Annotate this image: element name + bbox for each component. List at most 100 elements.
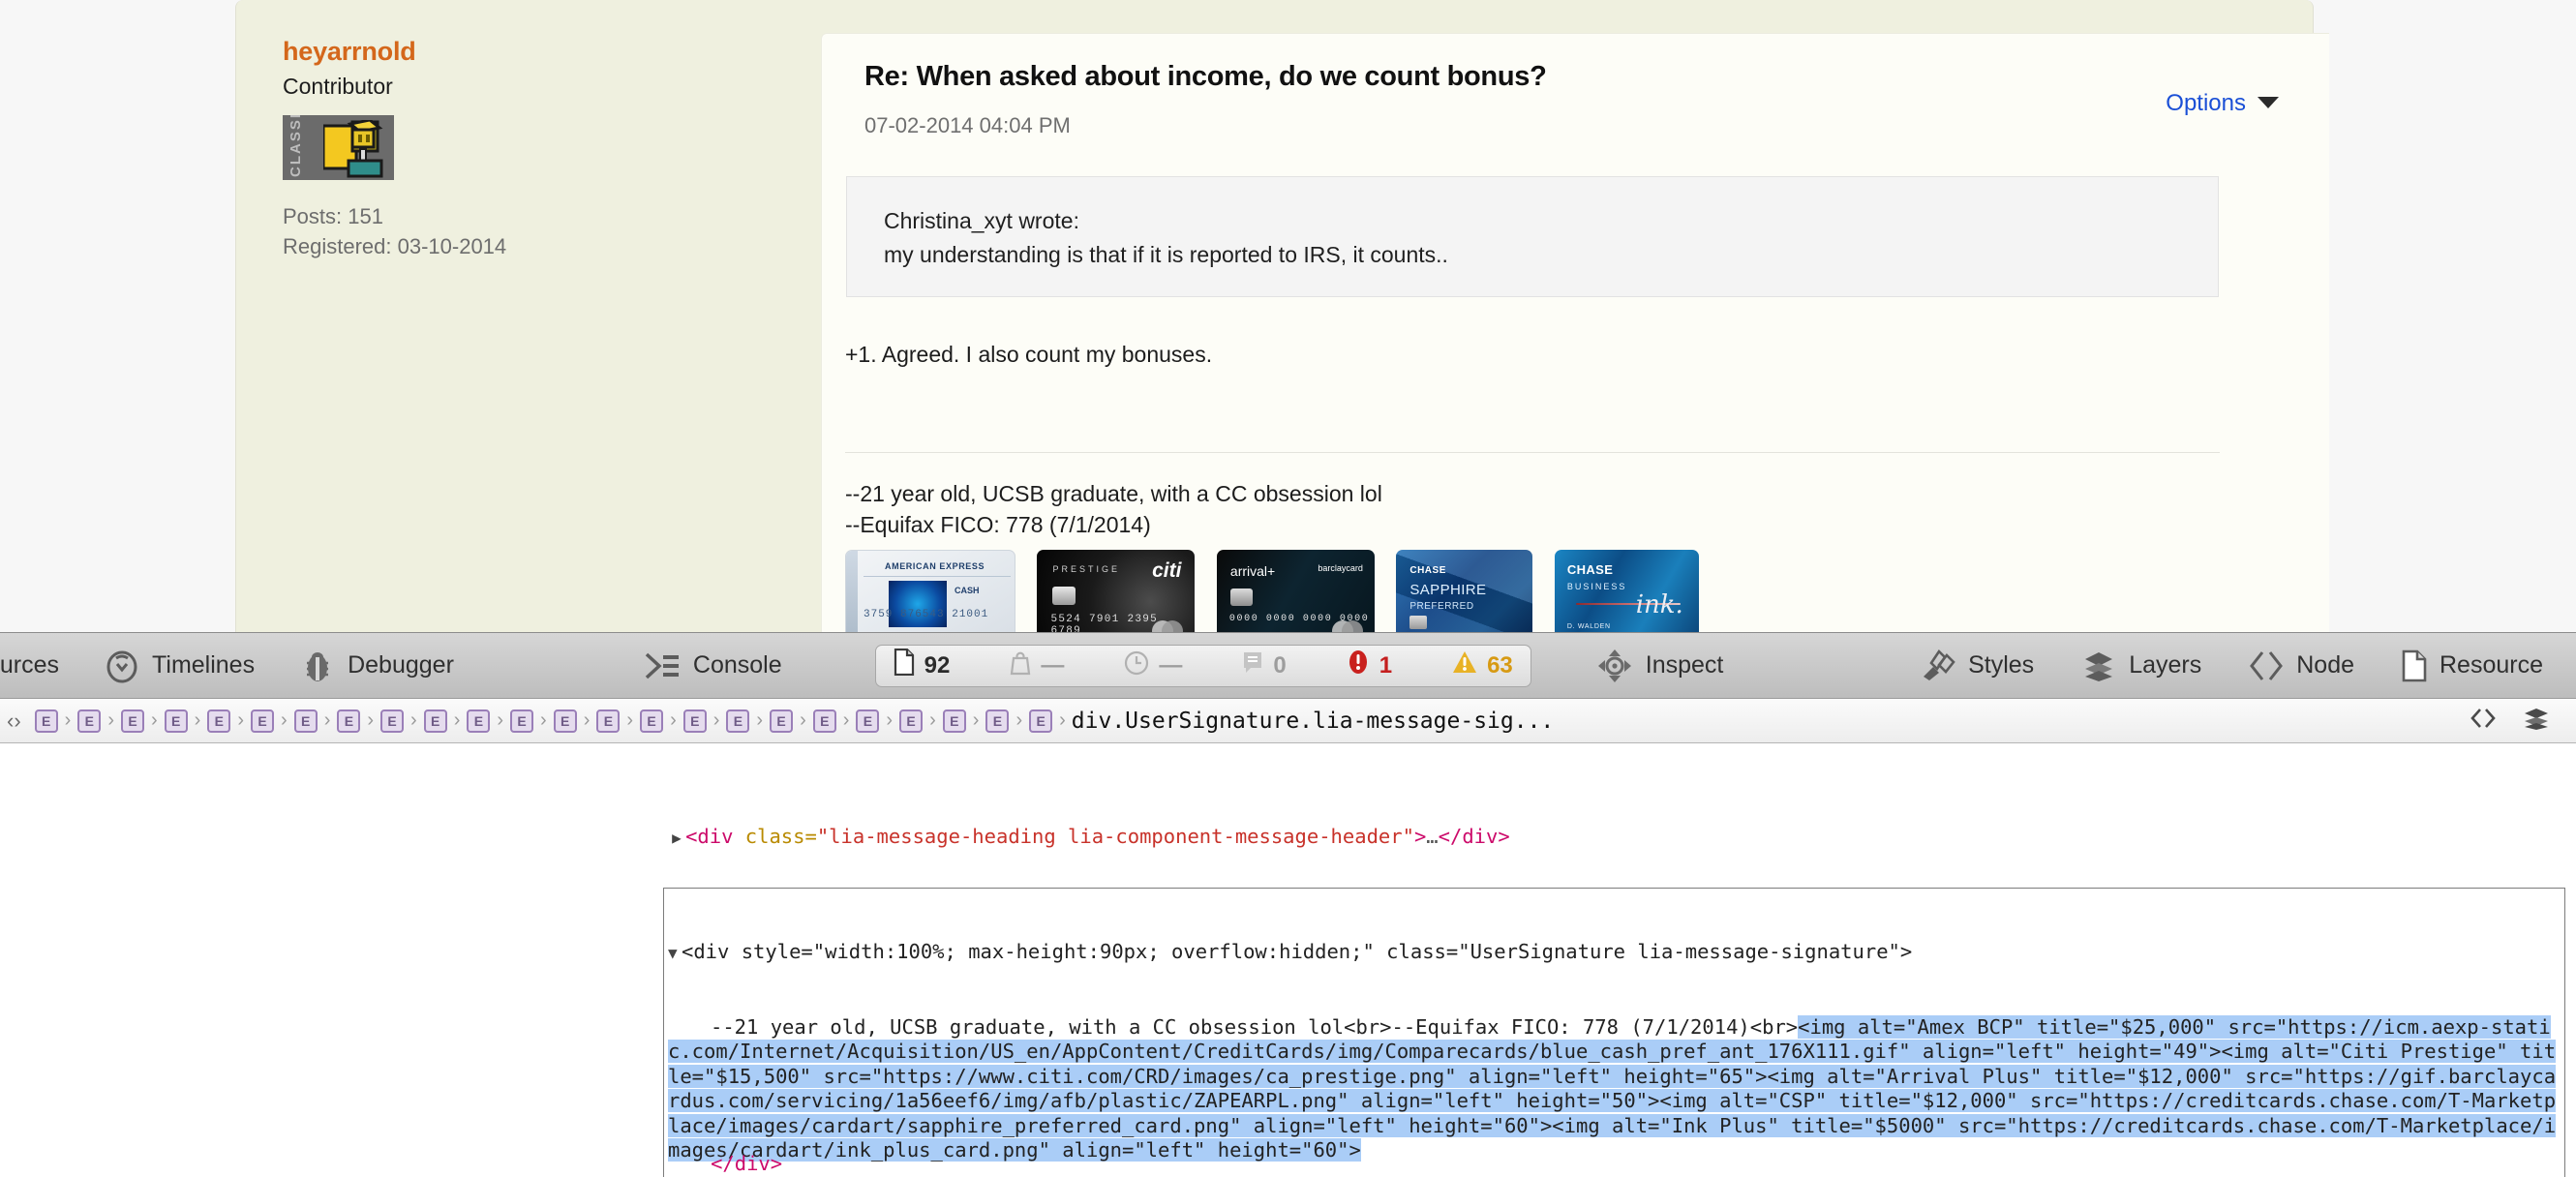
breadcrumb-item[interactable]: E (417, 709, 454, 733)
breadcrumb-item[interactable]: E (633, 709, 670, 733)
card-image-arrival-plus[interactable]: arrival+ barclaycard 0000 0000 0000 0000… (1216, 550, 1375, 634)
tab-console[interactable]: Console (643, 649, 782, 682)
paintbrush-icon (1918, 648, 1956, 684)
warning-count-stat[interactable]: 63 (1452, 649, 1513, 682)
resource-size-stat[interactable]: — (1010, 649, 1064, 682)
breadcrumb-item[interactable]: E (763, 709, 800, 733)
emv-chip-icon (1409, 616, 1428, 630)
breadcrumb-item[interactable]: E (158, 709, 195, 733)
ink-card-name-line1: D. WALDEN (1566, 622, 1611, 630)
element-badge-icon: E (856, 709, 880, 733)
breadcrumb-separator-icon: › (1059, 709, 1066, 731)
breadcrumb-item[interactable]: E (330, 709, 367, 733)
card-image-sapphire-preferred[interactable]: CHASE SAPPHIRE PREFERRED D. WALDEN (1396, 550, 1533, 634)
card-image-citi-prestige[interactable]: PRESTIGE citi 5524 7901 2395 6789 L WALK… (1037, 550, 1196, 634)
dom-selected-open-tag: <div style="width:100%; max-height:90px;… (682, 940, 1913, 963)
breadcrumb-separator-icon: › (281, 709, 288, 731)
amex-cash-label: CASH (955, 586, 980, 596)
tab-node[interactable]: Node (2248, 649, 2354, 683)
emv-chip-icon (1052, 587, 1076, 606)
breadcrumb-item[interactable]: E (1022, 709, 1059, 733)
breadcrumb-item[interactable]: E (28, 709, 65, 733)
dom-ellipsis: … (1426, 824, 1439, 848)
signature-divider (845, 452, 2220, 453)
breadcrumb-separator-icon: › (670, 709, 677, 731)
breadcrumb-item[interactable]: E (677, 709, 713, 733)
breadcrumb-item[interactable]: E (936, 709, 973, 733)
document-icon (894, 648, 915, 682)
tab-timelines[interactable]: Timelines (104, 648, 255, 684)
breadcrumb-separator-icon: › (972, 709, 980, 731)
load-time-stat[interactable]: — (1124, 649, 1182, 682)
author-stats: Posts: 151 Registered: 03-10-2014 (283, 201, 587, 261)
breadcrumb-separator-icon: › (626, 709, 634, 731)
clock-icon (1124, 649, 1149, 682)
web-inspector: ources Timelines Debugger Console (0, 632, 2576, 1177)
breadcrumb-item[interactable]: E (460, 709, 497, 733)
dom-tree-panel[interactable]: ▶ <div class="lia-message-heading lia-com… (0, 744, 2576, 1177)
dom-breadcrumb-bar[interactable]: ‹› E › E › E › E › E › E › E › E › E › E › E › E › E › E › E › E › E › E › E… (0, 699, 2576, 743)
breadcrumb-item[interactable]: E (719, 709, 756, 733)
breadcrumb-item[interactable]: E (244, 709, 281, 733)
element-badge-icon: E (207, 709, 231, 733)
dom-tag: <div (685, 824, 745, 848)
post-options-label: Options (2166, 90, 2246, 116)
log-count-stat[interactable]: 0 (1242, 649, 1287, 682)
card-image-amex-bcp[interactable]: AMERICAN EXPRESS CASH 3759 876543 21001 … (845, 550, 1015, 634)
breadcrumb-item[interactable]: E (71, 709, 107, 733)
dom-line-message-heading[interactable]: ▶ <div class="lia-message-heading lia-com… (0, 800, 2576, 875)
signature-card-images: AMERICAN EXPRESS CASH 3759 876543 21001 … (845, 550, 2297, 634)
breadcrumb-separator-icon: › (410, 709, 417, 731)
tab-resource[interactable]: Resource (2401, 649, 2543, 682)
breadcrumb-item[interactable]: E (849, 709, 886, 733)
document-icon (2401, 649, 2428, 682)
arrival-brand-label: arrival+ (1229, 563, 1276, 580)
dom-line-close-body[interactable]: </div> (0, 1152, 758, 1177)
breadcrumb-separator-icon: › (323, 709, 331, 731)
author-rank-label: Contributor (283, 74, 393, 99)
author-avatar[interactable]: CLASSIC (283, 115, 394, 180)
tab-resources-label: ources (0, 651, 60, 679)
layers-icon[interactable] (2522, 707, 2551, 735)
inspect-node-button[interactable]: Inspect (1595, 647, 1723, 685)
breadcrumb-item[interactable]: E (893, 709, 929, 733)
tab-layers-label: Layers (2129, 651, 2202, 679)
post-options-menu[interactable]: Options (2166, 90, 2279, 117)
breadcrumb-item[interactable]: E (114, 709, 151, 733)
breadcrumb-item[interactable]: E (547, 709, 584, 733)
breadcrumb-item[interactable]: E (200, 709, 237, 733)
element-badge-icon: E (251, 709, 275, 733)
breadcrumb-separator-icon: › (497, 709, 504, 731)
element-badge-icon: E (1029, 709, 1053, 733)
quote-blockquote: Christina_xyt wrote: my understanding is… (846, 176, 2219, 297)
resource-count-stat[interactable]: 92 (894, 648, 950, 682)
forum-message-container: heyarrnold Contributor CLASSIC Posts: 15… (235, 0, 2329, 634)
breadcrumb-item[interactable]: E (806, 709, 843, 733)
dom-endtag: </div> (1438, 824, 1510, 848)
breadcrumb-item[interactable]: E (590, 709, 626, 733)
avatar-classic-label: CLASSIC (288, 115, 304, 177)
breadcrumb-separator-icon: › (800, 709, 806, 731)
breadcrumb-scroll-left[interactable]: ‹› (0, 709, 28, 734)
author-username-link[interactable]: heyarrnold (283, 37, 587, 67)
breadcrumb-item[interactable]: E (979, 709, 1015, 733)
breadcrumb-item[interactable]: E (288, 709, 324, 733)
dom-selected-node-signature[interactable]: ▼ <div style="width:100%; max-height:90px… (663, 888, 2565, 1177)
breadcrumb-item[interactable]: E (374, 709, 410, 733)
disclosure-triangle-collapsed[interactable]: ▶ (672, 826, 685, 851)
log-count-value: 0 (1273, 651, 1287, 679)
disclosure-triangle-expanded[interactable]: ▼ (668, 941, 682, 966)
error-count-stat[interactable]: 1 (1347, 649, 1392, 682)
browser-page-viewport: heyarrnold Contributor CLASSIC Posts: 15… (0, 0, 2576, 634)
tab-resources[interactable]: ources (0, 651, 59, 679)
angle-brackets-icon[interactable] (2470, 707, 2497, 735)
breadcrumb-separator-icon: › (1015, 709, 1023, 731)
breadcrumb-item[interactable]: E (503, 709, 540, 733)
tab-styles[interactable]: Styles (1918, 648, 2034, 684)
tab-debugger[interactable]: Debugger (299, 648, 454, 684)
tab-layers[interactable]: Layers (2080, 649, 2201, 682)
error-icon (1347, 649, 1370, 682)
tab-debugger-label: Debugger (348, 651, 454, 679)
breadcrumb-current-node[interactable]: div.UserSignature.lia-message-sig... (1066, 709, 1555, 734)
card-image-ink-plus[interactable]: CHASE BUSINESS ink. D. WALDENWALDEN AND … (1554, 550, 1699, 634)
